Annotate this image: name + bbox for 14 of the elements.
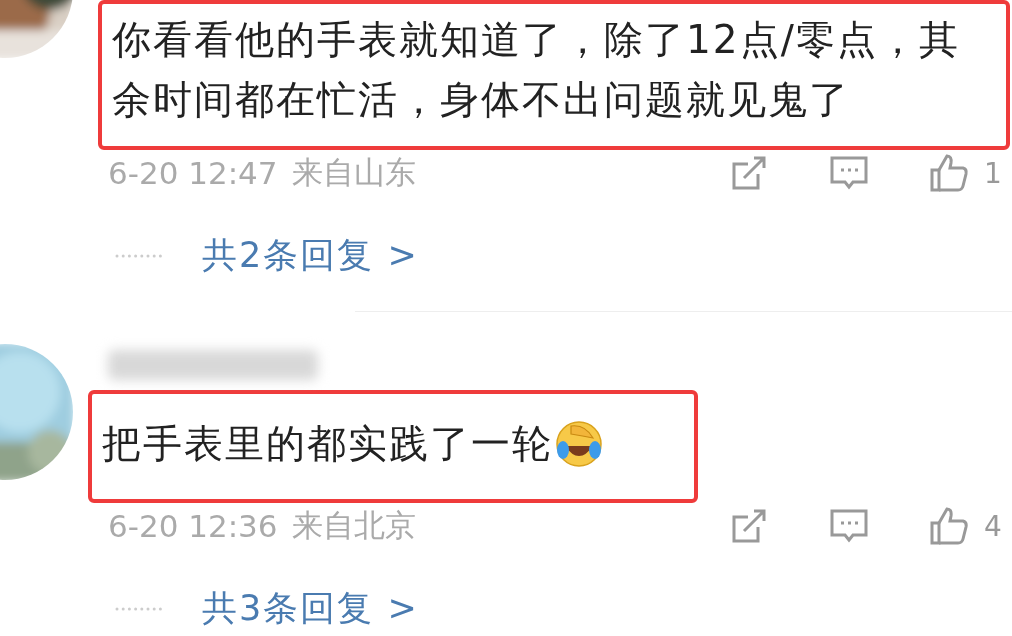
comment-time: 6-20 12:36: [108, 508, 278, 544]
comment-time: 6-20 12:47: [108, 155, 278, 191]
dotted-line-icon: [114, 252, 164, 259]
dotted-line-icon: [114, 605, 164, 612]
comment-location: 来自北京: [291, 506, 416, 545]
thumbs-up-icon[interactable]: [928, 152, 970, 194]
replies-link[interactable]: 共2条回复 >: [202, 232, 419, 279]
comment-text: 你看看他的手表就知道了，除了12点/零点，其余时间都在忙活，身体不出问题就见鬼了: [112, 16, 961, 124]
comment-text: 把手表里的都实践了一轮: [102, 419, 553, 468]
like-count: 4: [984, 509, 1003, 543]
like-count: 1: [984, 156, 1003, 190]
replies-link[interactable]: 共3条回复 >: [202, 585, 419, 632]
thumbs-up-icon[interactable]: [928, 505, 970, 547]
comment-location: 来自山东: [291, 153, 416, 192]
